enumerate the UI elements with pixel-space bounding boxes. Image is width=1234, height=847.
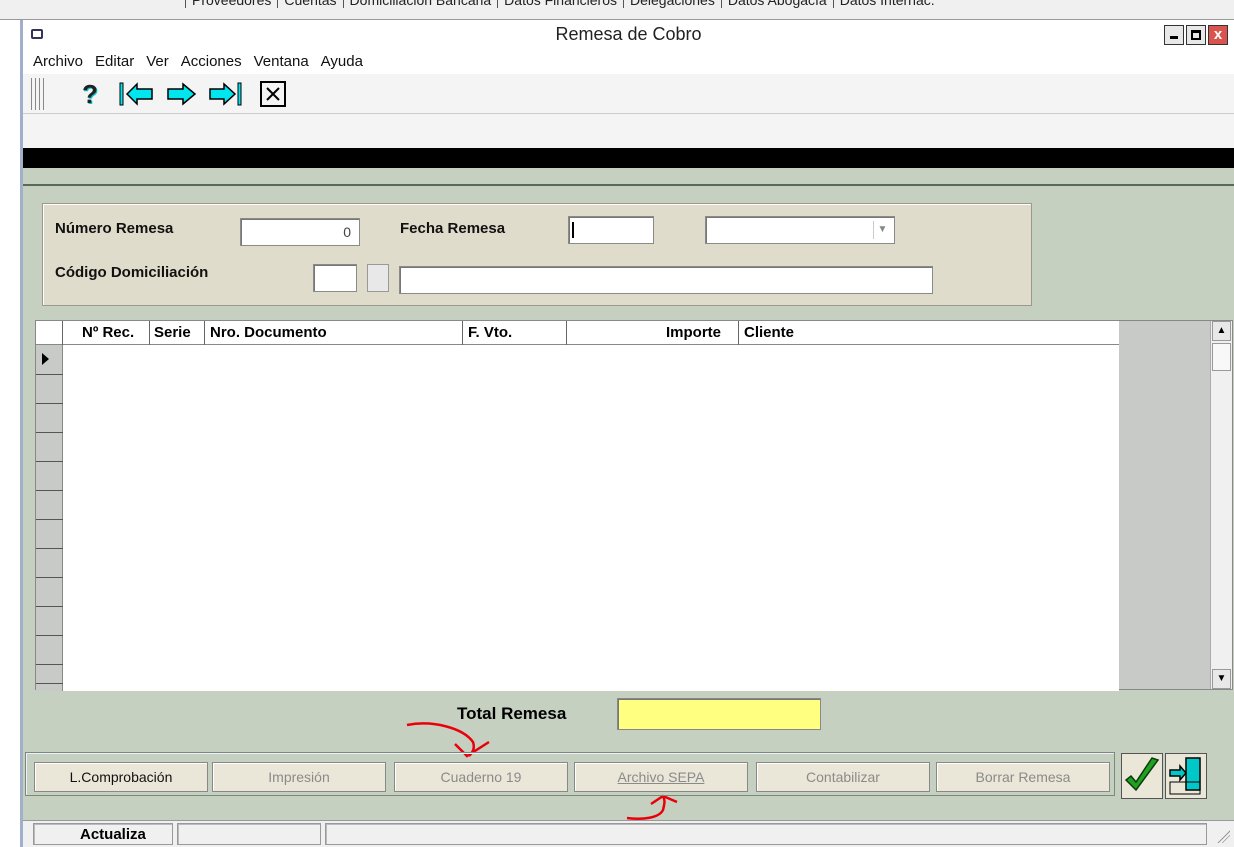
menu-ver[interactable]: Ver	[140, 50, 175, 70]
maximize-icon	[1191, 30, 1201, 40]
vertical-scrollbar[interactable]: ▲ ▼	[1210, 321, 1232, 689]
text-cursor	[572, 222, 574, 238]
row-selector-column	[36, 345, 63, 691]
title-bar[interactable]: Remesa de Cobro x	[23, 20, 1234, 50]
numero-remesa-field[interactable]: 0	[240, 218, 360, 246]
row-divider	[36, 635, 63, 636]
row-divider	[36, 519, 63, 520]
row-divider	[36, 432, 63, 433]
toolbar-grip[interactable]	[31, 78, 47, 110]
exit-door-icon	[1169, 757, 1201, 795]
remesa-header-panel: Número Remesa 0 Fecha Remesa ▼ Código Do…	[42, 203, 1032, 306]
background-window-tabs: Proveedores Cuentas Domiciliación Bancaria…	[0, 0, 1234, 20]
checkmark-icon	[1124, 757, 1160, 792]
scroll-up-button[interactable]: ▲	[1212, 321, 1231, 341]
black-separator-bar	[23, 148, 1234, 168]
scroll-down-button[interactable]: ▼	[1212, 669, 1231, 689]
codigo-descripcion-field[interactable]	[399, 266, 933, 294]
impresion-button[interactable]: Impresión	[212, 762, 386, 792]
column-divider[interactable]	[566, 321, 567, 345]
toolbar-area	[23, 114, 1234, 148]
column-header-nrec[interactable]: Nº Rec.	[82, 324, 134, 344]
status-bar: Actualiza	[23, 820, 1234, 847]
menu-archivo[interactable]: Archivo	[23, 50, 89, 70]
grid-body[interactable]	[63, 345, 1119, 691]
background-tab[interactable]: Datos Abogacía	[720, 0, 833, 8]
fecha-remesa-label: Fecha Remesa	[400, 220, 506, 237]
annotation-arrow-up	[626, 794, 678, 820]
maximize-button[interactable]	[1186, 25, 1206, 45]
fecha-remesa-dropdown[interactable]: ▼	[705, 216, 895, 244]
current-row-arrow-icon	[42, 353, 49, 365]
status-message	[325, 823, 1207, 845]
exit-button[interactable]	[1165, 753, 1207, 799]
menu-bar: Archivo Editar Ver Acciones Ventana Ayuda	[23, 50, 1234, 74]
window-title: Remesa de Cobro	[555, 24, 702, 44]
close-button[interactable]: x	[1208, 25, 1228, 45]
grid-header: Nº Rec. Serie Nro. Documento F. Vto. Imp…	[36, 321, 1119, 345]
fecha-remesa-field[interactable]	[568, 216, 654, 244]
codigo-lookup-button[interactable]	[367, 264, 389, 292]
minimize-icon	[1170, 36, 1178, 39]
next-record-icon[interactable]	[165, 80, 201, 108]
column-header-importe[interactable]: Importe	[666, 324, 721, 344]
recibos-grid: Nº Rec. Serie Nro. Documento F. Vto. Imp…	[35, 320, 1233, 691]
resize-grip-icon[interactable]	[1216, 829, 1230, 843]
last-record-icon[interactable]	[207, 80, 247, 108]
codigo-domiciliacion-label: Código Domiciliación	[55, 264, 209, 281]
first-record-icon[interactable]	[117, 80, 157, 108]
minimize-button[interactable]	[1164, 25, 1184, 45]
codigo-domiciliacion-field[interactable]	[313, 264, 357, 292]
menu-ventana[interactable]: Ventana	[248, 50, 315, 70]
divider	[23, 184, 1234, 186]
row-divider	[36, 461, 63, 462]
borrar-remesa-button[interactable]: Borrar Remesa	[936, 762, 1110, 792]
background-tab[interactable]: Delegaciones	[623, 0, 721, 8]
row-divider	[36, 606, 63, 607]
row-divider	[36, 577, 63, 578]
window-controls: x	[1164, 25, 1228, 45]
column-header-documento[interactable]: Nro. Documento	[210, 324, 327, 344]
row-divider	[36, 683, 63, 684]
menu-acciones[interactable]: Acciones	[175, 50, 248, 70]
help-icon[interactable]: ?	[79, 78, 101, 109]
background-tab[interactable]: Proveedores	[185, 0, 278, 8]
accept-button[interactable]	[1121, 753, 1163, 799]
total-remesa-field[interactable]	[617, 698, 821, 730]
column-header-cliente[interactable]: Cliente	[744, 324, 794, 344]
column-divider[interactable]	[62, 321, 63, 345]
toolbar: ?	[23, 74, 1234, 114]
archivo-sepa-button[interactable]: Archivo SEPA	[574, 762, 748, 792]
numero-remesa-label: Número Remesa	[55, 220, 174, 237]
comprobacion-button[interactable]: L.Comprobación	[34, 762, 208, 792]
menu-editar[interactable]: Editar	[89, 50, 140, 70]
status-cell	[177, 823, 321, 845]
column-divider[interactable]	[204, 321, 205, 345]
row-divider	[36, 490, 63, 491]
background-tab[interactable]: Cuentas	[277, 0, 343, 8]
menu-ayuda[interactable]: Ayuda	[315, 50, 369, 70]
action-button-bar: L.Comprobación Impresión Cuaderno 19 Arc…	[25, 752, 1115, 796]
background-tab-list: Proveedores Cuentas Domiciliación Bancaria…	[185, 0, 941, 8]
column-divider[interactable]	[462, 321, 463, 345]
contabilizar-button[interactable]: Contabilizar	[756, 762, 930, 792]
column-header-serie[interactable]: Serie	[154, 324, 191, 344]
column-divider[interactable]	[149, 321, 150, 345]
cuaderno19-button[interactable]: Cuaderno 19	[394, 762, 568, 792]
chevron-down-icon[interactable]: ▼	[873, 221, 891, 239]
background-tab[interactable]: Domiciliación Bancaria	[342, 0, 498, 8]
row-divider	[36, 403, 63, 404]
row-divider	[36, 548, 63, 549]
background-tab[interactable]: Datos Internac.	[832, 0, 941, 8]
column-divider[interactable]	[738, 321, 739, 345]
remesa-window: Remesa de Cobro x Archivo Editar Ver Accion…	[20, 20, 1234, 847]
scroll-thumb[interactable]	[1212, 343, 1231, 371]
row-divider	[36, 374, 63, 375]
status-mode: Actualiza	[33, 823, 173, 845]
background-tab[interactable]: Datos Financieros	[497, 0, 623, 8]
column-header-fvto[interactable]: F. Vto.	[468, 324, 512, 344]
row-divider	[36, 664, 63, 665]
help-glyph: ?	[82, 78, 98, 109]
close-form-icon[interactable]	[259, 80, 287, 108]
